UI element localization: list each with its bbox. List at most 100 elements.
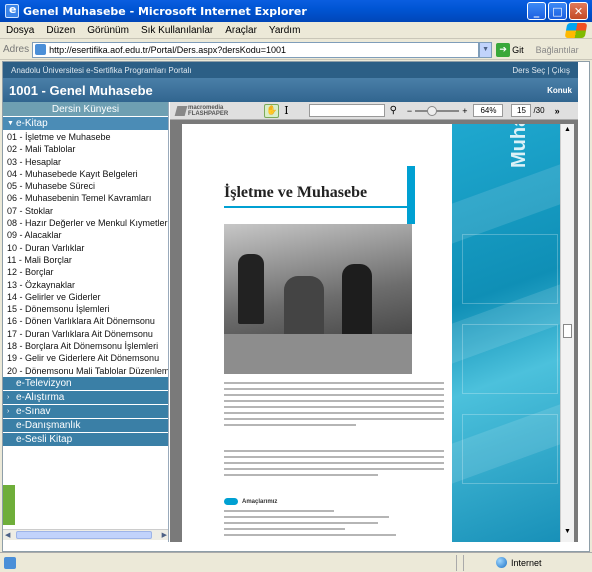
internet-globe-icon xyxy=(496,557,507,568)
menu-file[interactable]: Dosya xyxy=(0,25,40,36)
sidebar-horizontal-scrollbar[interactable]: ◀ ▶ xyxy=(3,529,168,540)
flashpaper-viewer: macromedia FLASHPAPER ✋ I ⚲ − + 64% 15 /… xyxy=(170,102,578,542)
viewer-search-input[interactable] xyxy=(308,104,385,117)
scroll-left-icon[interactable]: ◀ xyxy=(5,531,10,539)
ie-icon xyxy=(5,3,19,18)
course-title: 1001 - Genel Muhasebe xyxy=(9,82,153,98)
flashpaper-mark-icon xyxy=(174,105,188,116)
zoom-field[interactable]: 64% xyxy=(473,104,504,117)
chapter-item[interactable]: 10 - Duran Varlıklar xyxy=(3,242,168,254)
chapter-item[interactable]: 18 - Borçlara Ait Dönemsonu İşlemleri xyxy=(3,340,168,352)
text-select-icon[interactable]: I xyxy=(284,104,288,117)
minimize-button[interactable]: _ xyxy=(527,2,546,20)
menu-bar: Dosya Düzen Görünüm Sık Kullanılanlar Ar… xyxy=(0,22,592,39)
status-bar: Internet xyxy=(0,552,592,572)
links-button[interactable]: Bağlantılar xyxy=(536,45,579,55)
search-icon[interactable]: ⚲ xyxy=(390,105,397,116)
address-dropdown-icon[interactable]: ▼ xyxy=(479,41,493,58)
chapter-item[interactable]: 03 - Hesaplar xyxy=(3,156,168,168)
windows-logo-icon xyxy=(564,22,588,38)
viewer-toolbar: macromedia FLASHPAPER ✋ I ⚲ − + 64% 15 /… xyxy=(170,102,578,120)
goals-list xyxy=(224,510,444,540)
sidebar-accent xyxy=(3,485,15,525)
zoom-out-icon[interactable]: − xyxy=(407,106,412,116)
chapter-item[interactable]: 17 - Duran Varlıklara Ait Dönemsonu xyxy=(3,328,168,340)
sidebar-section-label: e-Sınav xyxy=(16,405,51,417)
go-button[interactable]: Git xyxy=(512,45,524,55)
body-paragraph xyxy=(224,450,444,480)
scroll-right-icon[interactable]: ▶ xyxy=(162,531,167,539)
security-zone: Internet xyxy=(492,557,592,568)
go-arrow-icon[interactable]: ➔ xyxy=(496,42,511,57)
sidebar-section-label: e-Televizyon xyxy=(16,377,72,389)
document-page: İşletme ve Muhasebe Amaçlarımız ▲ ▼ xyxy=(182,124,574,542)
chapter-item[interactable]: 19 - Gelir ve Giderlere Ait Dönemsonu xyxy=(3,352,168,364)
document-scrollbar[interactable]: ▲ ▼ xyxy=(560,124,574,542)
chapter-item[interactable]: 07 - Stoklar xyxy=(3,205,168,217)
chapter-item[interactable]: 08 - Hazır Değerler ve Menkul Kıymetler xyxy=(3,217,168,229)
sidebar-section-etelevizyon[interactable]: e-Televizyon xyxy=(3,376,168,391)
page-number-field[interactable]: 15 xyxy=(511,104,532,117)
scroll-down-icon[interactable]: ▼ xyxy=(564,528,571,535)
chapter-item[interactable]: 05 - Muhasebe Süreci xyxy=(3,180,168,192)
page-total: /30 xyxy=(533,106,545,115)
document-scroll-thumb[interactable] xyxy=(563,324,572,338)
logo-bottom-text: FLASHPAPER xyxy=(188,110,229,117)
window-title: Genel Muhasebe - Microsoft Internet Expl… xyxy=(23,4,307,18)
sidebar-section-label: e-Danışmanlık xyxy=(16,419,81,431)
menu-tools[interactable]: Araçlar xyxy=(219,25,263,36)
sidebar-heading[interactable]: Dersin Künyesi xyxy=(3,102,168,117)
scrollbar-thumb[interactable] xyxy=(16,531,152,539)
sidebar-section-edanismanlik[interactable]: e-Danışmanlık xyxy=(3,418,168,433)
sidebar-section-label: e-Alıştırma xyxy=(16,391,65,403)
next-page-button[interactable]: » xyxy=(555,106,560,116)
scroll-up-icon[interactable]: ▲ xyxy=(564,126,571,133)
chapter-item[interactable]: 01 - İşletme ve Muhasebe xyxy=(3,131,168,143)
user-label: Konuk xyxy=(547,85,572,95)
chapter-side-banner: Muhasebe xyxy=(452,124,560,542)
expand-arrow-icon: ▼ xyxy=(7,120,14,127)
page-content: İşletme ve Muhasebe Amaçlarımız xyxy=(182,124,452,542)
chapter-item[interactable]: 12 - Borçlar xyxy=(3,266,168,278)
title-bar: Genel Muhasebe - Microsoft Internet Expl… xyxy=(0,0,592,22)
menu-edit[interactable]: Düzen xyxy=(40,25,81,36)
chapter-item[interactable]: 06 - Muhasebenin Temel Kavramları xyxy=(3,192,168,204)
browser-content: Anadolu Üniversitesi e-Sertifika Program… xyxy=(2,61,590,552)
chapter-item[interactable]: 20 - Dönemsonu Mali Tablolar Düzenleme xyxy=(3,365,168,377)
portal-nav-links[interactable]: Ders Seç | Çıkış xyxy=(512,66,570,75)
address-url: http://esertifika.aof.edu.tr/Portal/Ders… xyxy=(49,44,287,55)
maximize-button[interactable]: □ xyxy=(548,2,567,20)
menu-help[interactable]: Yardım xyxy=(263,25,307,36)
chapter-item[interactable]: 04 - Muhasebede Kayıt Belgeleri xyxy=(3,168,168,180)
chapter-item[interactable]: 13 - Özkaynaklar xyxy=(3,279,168,291)
chapter-item[interactable]: 11 - Mali Borçlar xyxy=(3,254,168,266)
sidebar-section-esinav[interactable]: › e-Sınav xyxy=(3,404,168,419)
zoom-in-icon[interactable]: + xyxy=(462,106,467,116)
chapter-item[interactable]: 15 - Dönemsonu İşlemleri xyxy=(3,303,168,315)
sidebar-section-ekitap[interactable]: ▼ e-Kitap xyxy=(3,117,168,131)
zoom-slider[interactable] xyxy=(415,105,460,116)
zoom-slider-knob[interactable] xyxy=(427,105,438,116)
sidebar-section-label: e-Kitap xyxy=(16,118,48,129)
section-arrow-icon: › xyxy=(7,407,10,415)
page-status-icon xyxy=(4,556,16,569)
chapter-item[interactable]: 02 - Mali Tablolar xyxy=(3,143,168,155)
menu-favorites[interactable]: Sık Kullanılanlar xyxy=(135,25,219,36)
sidebar-section-ealistirma[interactable]: › e-Alıştırma xyxy=(3,390,168,405)
chapter-item[interactable]: 16 - Dönen Varlıklara Ait Dönemsonu xyxy=(3,315,168,327)
address-input[interactable]: http://esertifika.aof.edu.tr/Portal/Ders… xyxy=(32,41,480,58)
zone-label: Internet xyxy=(511,557,542,568)
menu-view[interactable]: Görünüm xyxy=(81,25,135,36)
hand-tool-icon[interactable]: ✋ xyxy=(264,103,280,118)
side-banner-text: Muhasebe xyxy=(508,124,531,168)
chapter-item[interactable]: 14 - Gelirler ve Giderler xyxy=(3,291,168,303)
chapter-item[interactable]: 09 - Alacaklar xyxy=(3,229,168,241)
sidebar-section-eseslikitap[interactable]: e-Sesli Kitap xyxy=(3,432,168,447)
status-divider xyxy=(456,554,457,571)
page-icon xyxy=(35,44,47,55)
close-button[interactable]: ✕ xyxy=(569,2,588,20)
goals-badge-icon xyxy=(224,498,238,505)
goals-heading: Amaçlarımız xyxy=(224,498,277,505)
section-arrow-icon: › xyxy=(7,393,10,401)
address-bar: Adres http://esertifika.aof.edu.tr/Porta… xyxy=(0,40,592,60)
